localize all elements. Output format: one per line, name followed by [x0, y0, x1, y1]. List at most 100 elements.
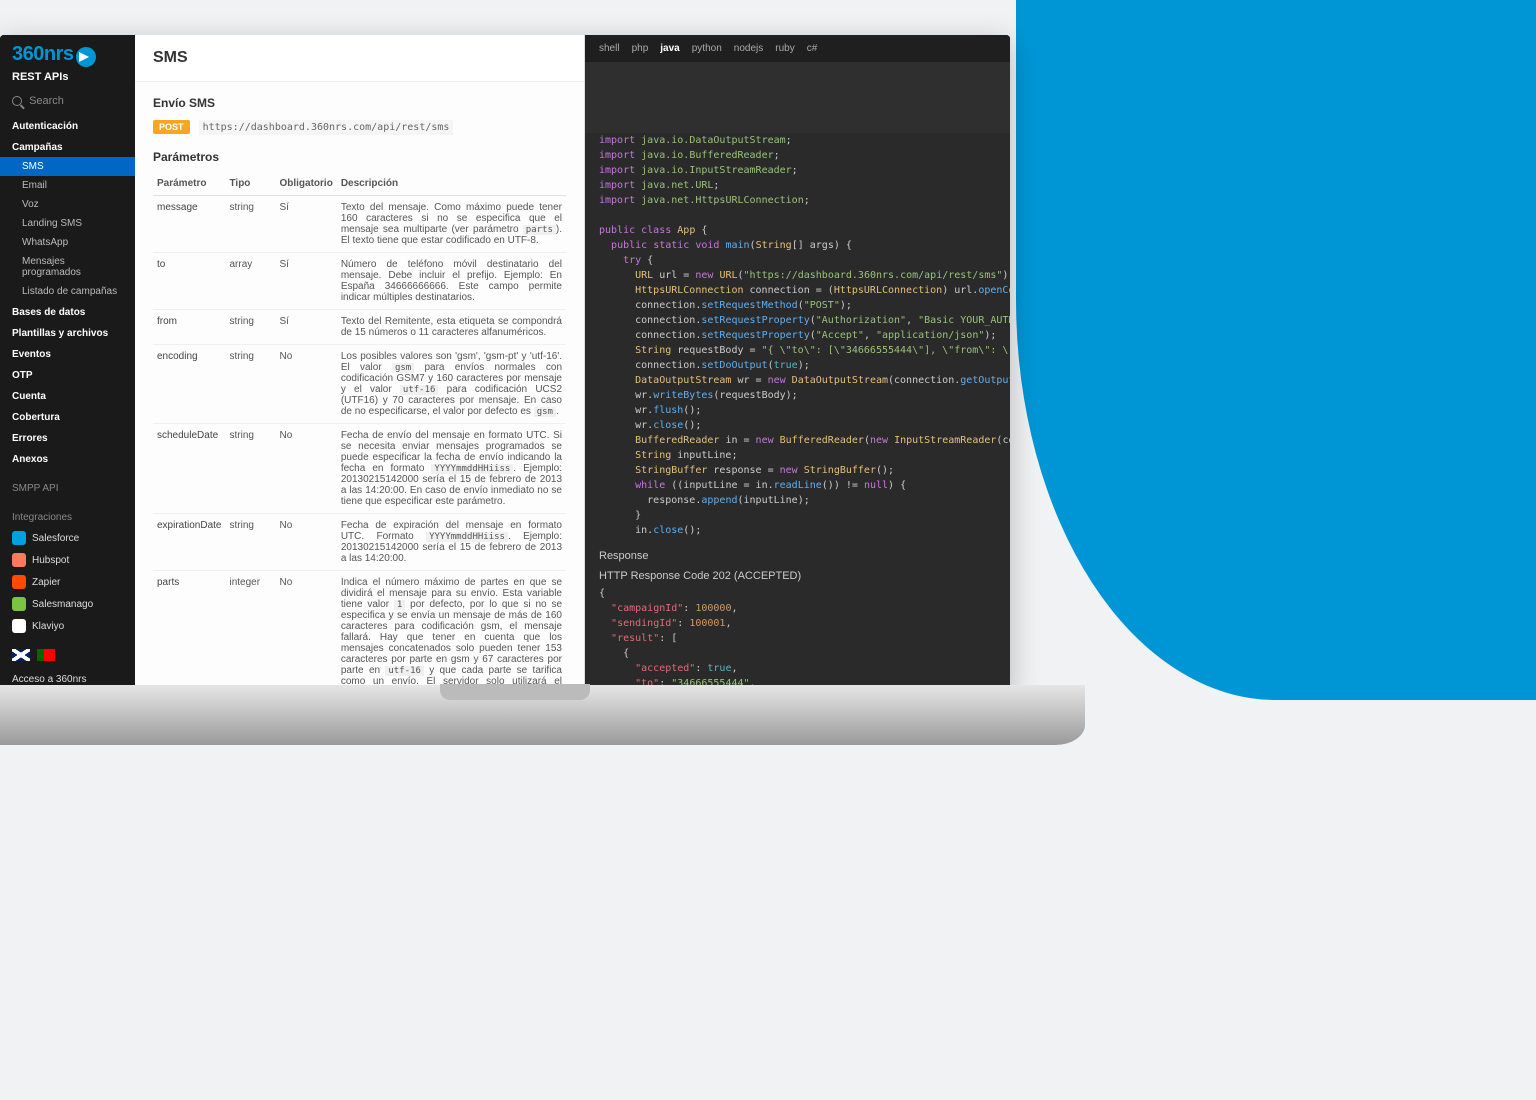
table-row: scheduleDatestringNoFecha de envío del m… [153, 424, 566, 514]
nav-item[interactable]: Anexos [0, 448, 135, 469]
param-desc: Fecha de expiración del mensaje en forma… [337, 514, 566, 571]
search-icon [12, 96, 22, 106]
param-type: string [225, 514, 275, 571]
param-desc: Fecha de envío del mensaje en formato UT… [337, 424, 566, 514]
section-title: Envío SMS [153, 96, 566, 110]
nav-item[interactable]: SMS [0, 157, 135, 176]
param-required: Sí [275, 196, 336, 253]
table-row: expirationDatestringNoFecha de expiració… [153, 514, 566, 571]
response-title: Response [585, 538, 1010, 566]
flag-uk-icon[interactable] [12, 649, 30, 661]
params-table: Parámetro Tipo Obligatorio Descripción m… [153, 172, 566, 695]
table-row: toarraySíNúmero de teléfono móvil destin… [153, 253, 566, 310]
integrations-list: Salesforce Hubspot Zapier Salesmanago Klaviy… [0, 527, 135, 637]
param-type: string [225, 196, 275, 253]
lang-tab[interactable]: shell [599, 43, 620, 54]
background-blob [1016, 0, 1536, 700]
docs-panel: SMS Envío SMS POST https://dashboard.360… [135, 35, 585, 695]
param-desc: Número de teléfono móvil destinatario de… [337, 253, 566, 310]
param-name: expirationDate [153, 514, 225, 571]
table-row: partsintegerNoIndica el número máximo de… [153, 571, 566, 696]
param-required: No [275, 571, 336, 696]
col-description: Descripción [337, 172, 566, 196]
paper-plane-icon [76, 47, 96, 67]
param-required: No [275, 424, 336, 514]
nav-item[interactable]: Voz [0, 195, 135, 214]
lang-tab[interactable]: c# [807, 43, 818, 54]
table-row: fromstringSíTexto del Remitente, esta et… [153, 310, 566, 345]
language-tabs: shell phpjava python nodejs ruby c# [585, 35, 1010, 62]
nav-item[interactable]: Bases de datos [0, 301, 135, 322]
nav-item[interactable]: Plantillas y archivos [0, 322, 135, 343]
page-title: SMS [135, 35, 584, 82]
endpoint-row: POST https://dashboard.360nrs.com/api/re… [153, 120, 566, 134]
language-flags [0, 637, 135, 668]
integration-icon [12, 531, 26, 545]
nav-list: AutenticaciónCampañasSMSEmailVozLanding … [0, 115, 135, 469]
table-row: encodingstringNoLos posibles valores son… [153, 345, 566, 424]
param-name: parts [153, 571, 225, 696]
param-desc: Texto del Remitente, esta etiqueta se co… [337, 310, 566, 345]
integration-item[interactable]: Salesmanago [0, 593, 135, 615]
nav-item[interactable]: Listado de campañas [0, 282, 135, 301]
param-required: No [275, 514, 336, 571]
laptop-screen: 360nrs REST APIs Search AutenticaciónCam… [0, 35, 1010, 695]
integration-item[interactable]: Zapier [0, 571, 135, 593]
code-body: import java.io.DataOutputStream; import … [585, 133, 1010, 538]
integration-icon [12, 553, 26, 567]
integrations-header: Integraciones [0, 498, 135, 527]
logo-text: 360nrs [12, 43, 74, 65]
nav-item[interactable]: Autenticación [0, 115, 135, 136]
nav-item[interactable]: Mensajes programados [0, 252, 135, 282]
integration-item[interactable]: Klaviyo [0, 615, 135, 637]
nav-item[interactable]: Landing SMS [0, 214, 135, 233]
integration-icon [12, 619, 26, 633]
nav-item[interactable]: Errores [0, 427, 135, 448]
lang-tab[interactable]: ruby [775, 43, 794, 54]
col-type: Tipo [225, 172, 275, 196]
integration-icon [12, 575, 26, 589]
integration-icon [12, 597, 26, 611]
params-heading: Parámetros [153, 150, 566, 164]
response-status: HTTP Response Code 202 (ACCEPTED) [585, 566, 1010, 586]
endpoint-url: https://dashboard.360nrs.com/api/rest/sm… [199, 120, 454, 135]
integration-item[interactable]: Salesforce [0, 527, 135, 549]
param-required: Sí [275, 310, 336, 345]
nav-item[interactable]: Campañas [0, 136, 135, 157]
param-name: message [153, 196, 225, 253]
param-name: encoding [153, 345, 225, 424]
param-type: string [225, 345, 275, 424]
nav-item[interactable]: Cuenta [0, 385, 135, 406]
docs-section: Envío SMS POST https://dashboard.360nrs.… [135, 82, 584, 695]
lang-tab[interactable]: python [692, 43, 722, 54]
nav-item[interactable]: Cobertura [0, 406, 135, 427]
response-body: { "campaignId": 100000, "sendingId": 100… [585, 586, 1010, 695]
integration-item[interactable]: Hubspot [0, 549, 135, 571]
search-row[interactable]: Search [0, 91, 135, 115]
param-desc: Los posibles valores son 'gsm', 'gsm-pt'… [337, 345, 566, 424]
lang-tab[interactable]: java [660, 43, 679, 54]
sidebar: 360nrs REST APIs Search AutenticaciónCam… [0, 35, 135, 695]
logo: 360nrs [0, 35, 135, 71]
code-spacer [585, 62, 1010, 133]
param-type: integer [225, 571, 275, 696]
integration-label: Zapier [32, 577, 60, 588]
nav-item[interactable]: Email [0, 176, 135, 195]
integration-label: Salesmanago [32, 599, 93, 610]
table-row: messagestringSíTexto del mensaje. Como m… [153, 196, 566, 253]
integration-label: Klaviyo [32, 621, 64, 632]
laptop-notch [440, 684, 590, 700]
col-required: Obligatorio [275, 172, 336, 196]
param-desc: Texto del mensaje. Como máximo puede ten… [337, 196, 566, 253]
nav-item[interactable]: WhatsApp [0, 233, 135, 252]
integration-label: Salesforce [32, 533, 79, 544]
nav-item[interactable]: Eventos [0, 343, 135, 364]
nav-item[interactable]: OTP [0, 364, 135, 385]
laptop-mockup: 360nrs REST APIs Search AutenticaciónCam… [0, 35, 1030, 795]
param-required: Sí [275, 253, 336, 310]
param-type: string [225, 424, 275, 514]
flag-pt-icon[interactable] [37, 649, 55, 661]
lang-tab[interactable]: nodejs [734, 43, 763, 54]
lang-tab[interactable]: php [632, 43, 649, 54]
param-name: to [153, 253, 225, 310]
